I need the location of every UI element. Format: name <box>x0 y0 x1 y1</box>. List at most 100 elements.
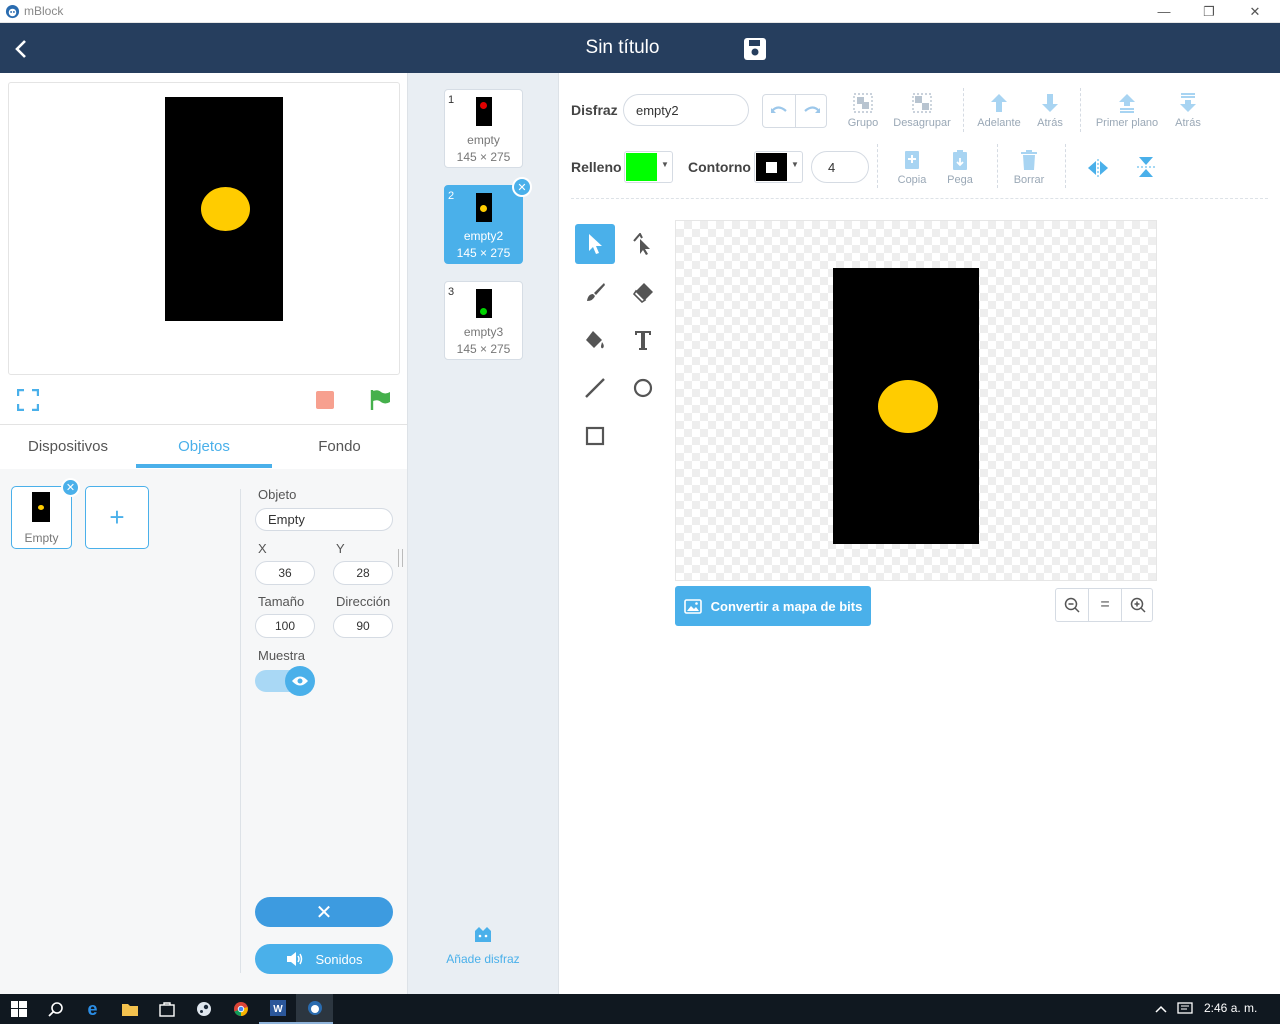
notifications-button[interactable] <box>1174 994 1196 1024</box>
word-button[interactable]: W <box>259 994 296 1024</box>
arrow-cursor-icon <box>589 234 602 254</box>
front-button[interactable]: Primer plano <box>1093 92 1161 129</box>
fill-label: Relleno <box>571 159 622 175</box>
delete-sprite-button[interactable]: ✕ <box>61 478 80 497</box>
x-input[interactable]: 36 <box>255 561 315 585</box>
copy-button[interactable]: Copia <box>892 149 932 186</box>
ungroup-button[interactable]: Desagrupar <box>891 92 953 129</box>
stage-sprite[interactable] <box>165 97 283 321</box>
fullscreen-button[interactable] <box>16 388 40 412</box>
chrome-icon <box>233 1002 248 1016</box>
stop-button[interactable] <box>316 391 334 409</box>
undo-button[interactable] <box>763 95 795 127</box>
green-flag-button[interactable] <box>368 389 392 411</box>
project-title[interactable]: Sin título <box>0 23 1245 73</box>
add-sprite-button[interactable]: + <box>85 486 149 549</box>
costume-item-selected[interactable]: 2 empty2 145 × 275 <box>444 185 523 264</box>
ellipse-tool[interactable] <box>623 368 663 408</box>
eraser-tool[interactable] <box>623 272 663 312</box>
flip-vertical-button[interactable] <box>1133 153 1159 181</box>
outline-width-input[interactable]: 4 <box>811 151 869 183</box>
sprite-panel: Empty ✕ + Objeto Empty X Y 36 28 Tamaño … <box>0 469 407 994</box>
direction-input[interactable]: 90 <box>333 614 393 638</box>
size-input[interactable]: 100 <box>255 614 315 638</box>
backward-button[interactable]: Atrás <box>1030 92 1070 129</box>
paste-button[interactable]: Pega <box>940 149 980 186</box>
convert-bitmap-label: Convertir a mapa de bits <box>710 598 863 614</box>
folder-icon <box>121 1003 138 1016</box>
delete-costume-button[interactable]: ✕ <box>512 177 532 197</box>
rectangle-tool[interactable] <box>575 416 615 456</box>
fill-color-swatch <box>626 153 657 181</box>
zoom-reset-button[interactable]: = <box>1089 589 1121 621</box>
minimize-icon: — <box>1157 4 1171 19</box>
steam-button[interactable] <box>185 994 222 1024</box>
restore-button[interactable]: ❐ <box>1186 0 1232 23</box>
tab-devices[interactable]: Dispositivos <box>0 424 136 468</box>
outline-color-picker[interactable]: ▼ <box>754 151 803 183</box>
flip-horizontal-button[interactable] <box>1084 155 1112 181</box>
zoom-out-button[interactable] <box>1056 589 1088 621</box>
panel-resize-handle[interactable] <box>398 549 403 567</box>
stage[interactable] <box>8 82 400 375</box>
svg-text:W: W <box>273 1004 283 1015</box>
redo-button[interactable] <box>796 95 828 127</box>
show-label: Muestra <box>258 648 305 663</box>
zoom-controls: = <box>1055 588 1153 622</box>
file-explorer-button[interactable] <box>111 994 148 1024</box>
fill-color-picker[interactable]: ▼ <box>624 151 673 183</box>
close-icon: ✕ <box>315 901 333 924</box>
delete-object-button[interactable]: ✕ <box>255 897 393 927</box>
search-button[interactable] <box>37 994 74 1024</box>
group-label: Grupo <box>847 117 879 129</box>
delete-button[interactable]: Borrar <box>1009 149 1049 186</box>
sounds-button[interactable]: Sonidos <box>255 944 393 974</box>
tray-overflow-button[interactable] <box>1152 994 1170 1024</box>
costume-name-input[interactable]: empty2 <box>623 94 749 126</box>
convert-bitmap-button[interactable]: Convertir a mapa de bits <box>675 586 871 626</box>
tab-background[interactable]: Fondo <box>272 424 407 468</box>
costume-rectangle[interactable] <box>833 268 979 544</box>
save-button[interactable] <box>742 36 768 62</box>
text-tool[interactable] <box>623 320 663 360</box>
tab-objects[interactable]: Objetos <box>136 424 272 468</box>
costume-yellow-circle[interactable] <box>878 380 938 433</box>
select-tool[interactable] <box>575 224 615 264</box>
start-button[interactable] <box>0 994 37 1024</box>
costume-name: empty3 <box>463 325 504 339</box>
brush-tool[interactable] <box>575 272 615 312</box>
fill-tool[interactable] <box>575 320 615 360</box>
chrome-button[interactable] <box>222 994 259 1024</box>
trash-icon <box>1021 150 1037 170</box>
save-icon <box>744 38 766 60</box>
minimize-button[interactable]: — <box>1141 0 1187 23</box>
show-toggle[interactable] <box>255 666 315 696</box>
costume-item[interactable]: 3 empty3 145 × 275 <box>444 281 523 360</box>
store-button[interactable] <box>148 994 185 1024</box>
ungroup-label: Desagrupar <box>893 117 951 129</box>
object-name-input[interactable]: Empty <box>255 508 393 531</box>
reshape-tool[interactable] <box>623 224 663 264</box>
paint-canvas[interactable] <box>675 220 1157 581</box>
costume-number: 2 <box>448 190 455 202</box>
add-costume-button[interactable]: Añade disfraz <box>408 926 558 968</box>
arrow-down-icon <box>1042 94 1058 112</box>
outline-color-swatch <box>756 153 787 181</box>
clock[interactable]: 2:46 a. m. <box>1204 1001 1257 1015</box>
chevron-up-icon <box>1155 1005 1167 1013</box>
costume-item[interactable]: 1 empty 145 × 275 <box>444 89 523 168</box>
group-button[interactable]: Grupo <box>843 92 883 129</box>
forward-button[interactable]: Adelante <box>975 92 1023 129</box>
mblock-taskbar-button[interactable] <box>296 994 333 1024</box>
costume-name: empty2 <box>463 229 504 243</box>
zoom-in-button[interactable] <box>1122 589 1154 621</box>
edge-browser-button[interactable]: e <box>74 994 111 1024</box>
back-button[interactable]: Atrás <box>1168 92 1208 129</box>
costume-size: 145 × 275 <box>456 150 511 164</box>
y-label: Y <box>336 541 345 556</box>
sprite-item[interactable]: Empty <box>11 486 72 549</box>
close-window-button[interactable]: ✕ <box>1232 0 1278 23</box>
costume-thumbnail <box>476 289 492 318</box>
line-tool[interactable] <box>575 368 615 408</box>
y-input[interactable]: 28 <box>333 561 393 585</box>
